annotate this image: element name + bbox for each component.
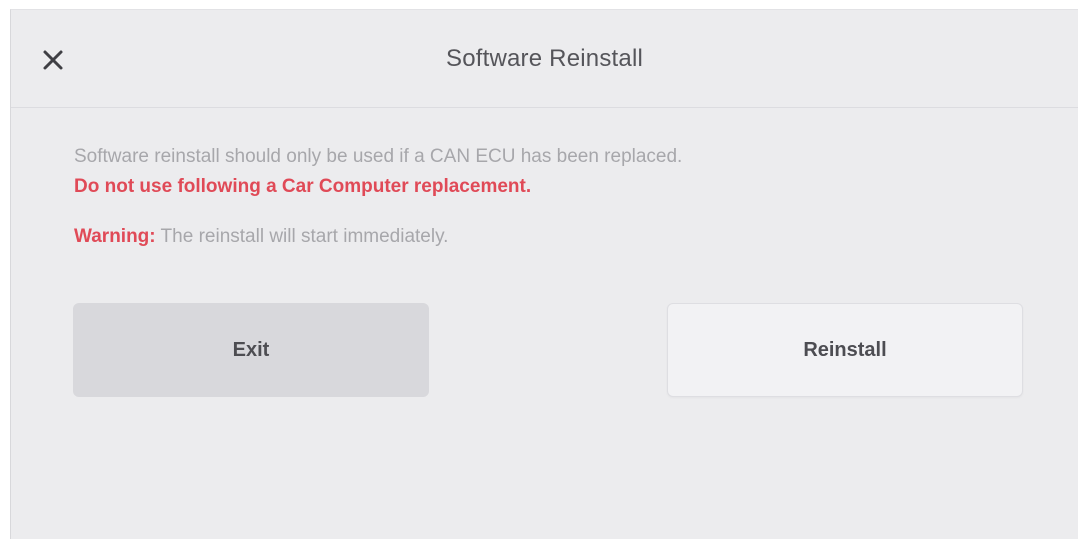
- warning-text: The reinstall will start immediately.: [155, 226, 449, 247]
- reinstall-button-label: Reinstall: [803, 338, 887, 361]
- info-message: Software reinstall should only be used i…: [74, 146, 683, 167]
- exit-button-label: Exit: [232, 338, 270, 361]
- software-reinstall-dialog: Software Reinstall Software reinstall sh…: [10, 9, 1078, 539]
- warning-message: Warning: The reinstall will start immedi…: [74, 224, 1038, 250]
- dialog-title: Software Reinstall: [445, 45, 644, 72]
- exit-button[interactable]: Exit: [73, 303, 429, 397]
- danger-message: Do not use following a Car Computer repl…: [74, 176, 532, 197]
- dialog-header: Software Reinstall: [11, 10, 1078, 108]
- reinstall-button[interactable]: Reinstall: [667, 303, 1023, 397]
- dialog-body: Software reinstall should only be used i…: [74, 144, 1038, 250]
- warning-label: Warning:: [74, 226, 156, 247]
